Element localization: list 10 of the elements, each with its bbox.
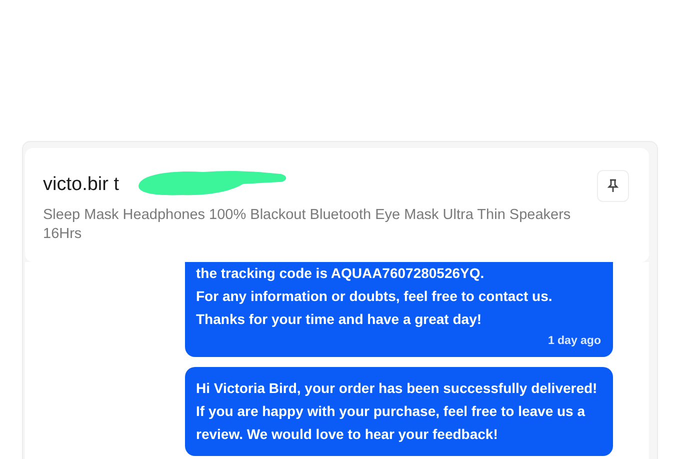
message-text: Hi Victoria Bird, your order has been successfully delivered! — [196, 379, 598, 398]
pin-icon — [607, 179, 619, 193]
message-text: If you are happy with your purchase, feel free to leave us a review. We would love to hear your feedback! — [196, 402, 586, 444]
message-text: For any information or doubts, feel free to contact us. — [196, 287, 554, 306]
message-text: Thanks for your time and have a great day! — [196, 310, 483, 329]
product-subtitle: Sleep Mask Headphones 100% Blackout Bluetooth Eye Mask Ultra Thin Speakers 16Hrs — [43, 206, 572, 244]
message-time: 1 day ago — [548, 335, 601, 347]
pin-button[interactable] — [597, 170, 629, 202]
chat-title: victo.bir t — [43, 174, 120, 195]
message-text: the tracking code is AQUAA7607280526YQ. — [196, 264, 486, 283]
